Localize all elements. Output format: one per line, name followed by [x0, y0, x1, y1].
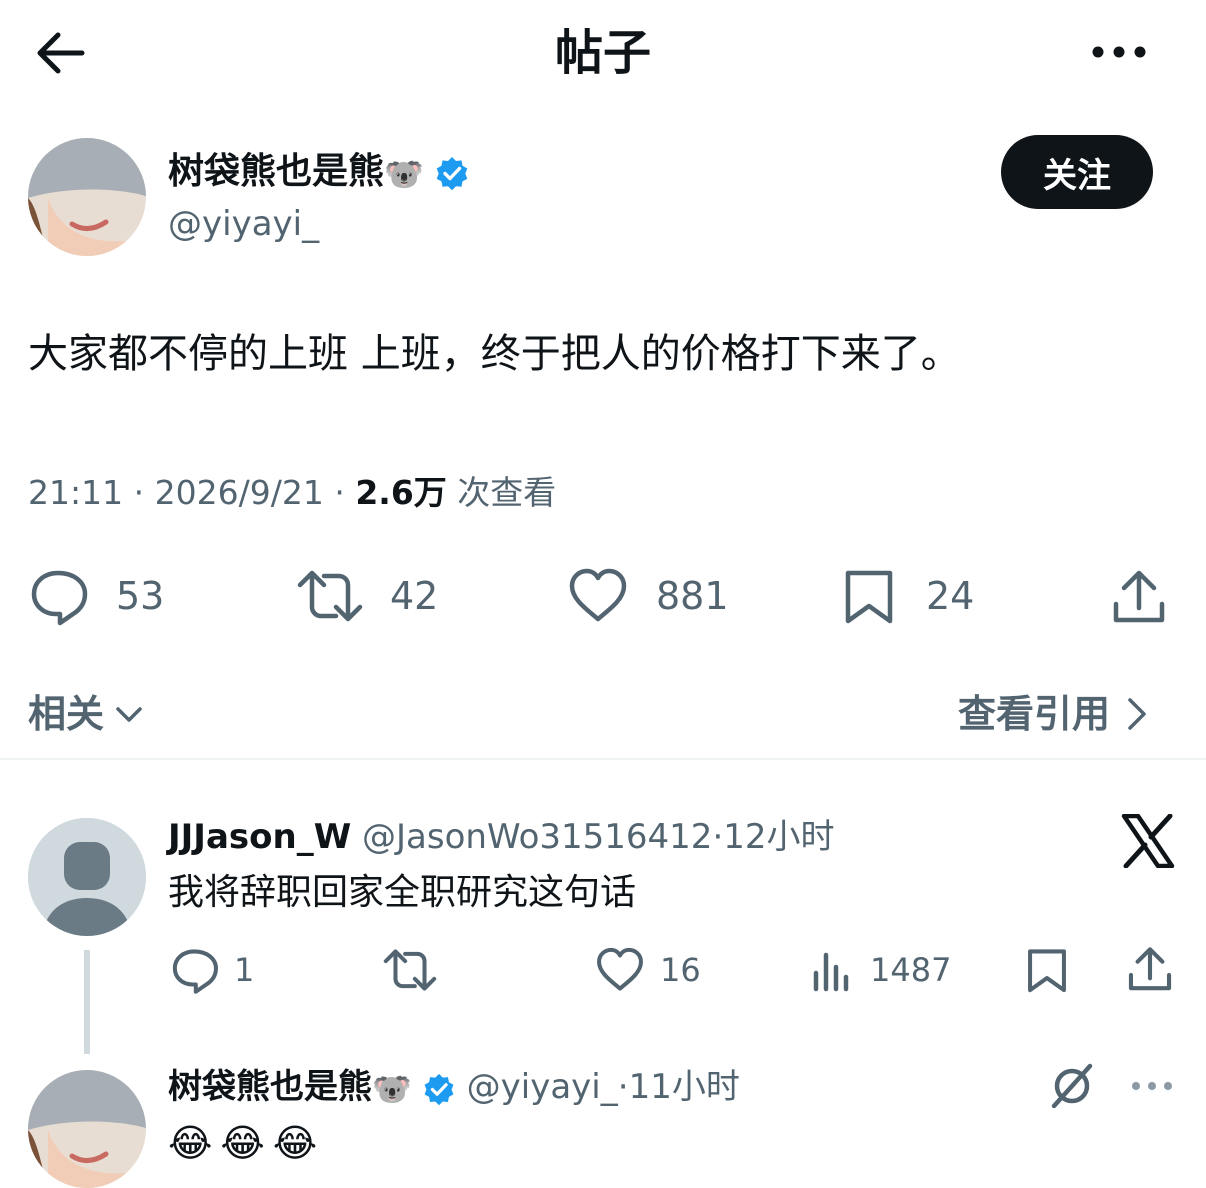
reply-count: 53	[116, 574, 165, 618]
reply-like-button[interactable]: 16	[594, 942, 701, 998]
author-name[interactable]: 树袋熊也是熊🐨	[168, 146, 470, 200]
repost-button[interactable]: 42	[296, 564, 438, 628]
post-time[interactable]: 21:11	[28, 473, 123, 512]
view-quotes-link[interactable]: 查看引用	[958, 688, 1150, 740]
more-horizontal-icon	[1092, 46, 1146, 58]
reply-views-button[interactable]: 1487	[810, 942, 951, 998]
meta-separator: ·	[133, 473, 145, 512]
follow-button[interactable]: 关注	[1001, 135, 1153, 209]
verified-badge-icon	[434, 155, 470, 191]
post-date[interactable]: 2026/9/21	[155, 473, 324, 512]
meta-separator: ·	[617, 1067, 629, 1107]
view-quotes-label: 查看引用	[958, 692, 1111, 736]
reply-bookmark-button[interactable]	[1022, 942, 1072, 998]
share-button[interactable]	[1110, 566, 1168, 630]
repost-icon	[383, 949, 437, 991]
more-horizontal-icon[interactable]	[1128, 1076, 1176, 1096]
reply-author-handle[interactable]: @JasonWo31516412	[362, 817, 712, 857]
like-button[interactable]: 881	[566, 564, 729, 628]
chevron-down-icon	[116, 707, 142, 722]
koala-emoji: 🐨	[384, 155, 424, 193]
default-avatar-icon	[28, 818, 146, 936]
analytics-icon	[813, 952, 849, 992]
grok-icon[interactable]	[1048, 1062, 1096, 1110]
reply-avatar[interactable]	[28, 818, 146, 936]
bookmark-count: 24	[926, 574, 975, 618]
related-label: 相关	[28, 692, 105, 736]
share-icon	[1128, 947, 1172, 991]
reply-avatar[interactable]	[28, 1070, 146, 1188]
views-count: 2.6万	[355, 473, 447, 512]
author-name-text: 树袋熊也是熊	[168, 151, 385, 192]
koala-emoji: 🐨	[372, 1070, 412, 1108]
reply-author-name[interactable]: 树袋熊也是熊	[168, 1067, 372, 1107]
heart-icon	[597, 947, 643, 991]
verified-badge-icon	[422, 1072, 456, 1106]
x-logo-icon	[1120, 814, 1176, 868]
reply-icon	[172, 949, 218, 994]
post-meta: 21:11 · 2026/9/21 · 2.6万 次查看	[28, 470, 556, 516]
post-text: 大家都不停的上班 上班，终于把人的价格打下来了。	[28, 331, 961, 377]
author-handle[interactable]: @yiyayi_	[168, 200, 319, 248]
reply-share-button[interactable]	[1126, 942, 1174, 998]
reply-time[interactable]: 11小时	[629, 1067, 740, 1107]
meta-separator: ·	[712, 817, 724, 857]
like-count: 881	[656, 574, 729, 618]
reply-text: 我将辞职回家全职研究这句话	[168, 872, 637, 913]
chevron-right-icon	[1128, 698, 1146, 730]
reply-button[interactable]: 53	[28, 564, 164, 628]
reply-reply-button[interactable]: 1	[170, 942, 254, 998]
reply-views-count: 1487	[870, 951, 952, 989]
meta-separator: ·	[334, 473, 345, 512]
page-title: 帖子	[554, 25, 651, 81]
thread-line	[84, 950, 90, 1054]
reply-time[interactable]: 12小时	[723, 817, 834, 857]
share-icon	[1113, 570, 1165, 623]
related-dropdown[interactable]: 相关	[28, 688, 146, 740]
reply-reply-count: 1	[234, 951, 255, 989]
divider	[0, 758, 1206, 760]
views-label: 次查看	[457, 473, 557, 512]
reply-author-handle[interactable]: @yiyayi_	[467, 1067, 618, 1107]
bookmark-icon	[845, 570, 893, 624]
repost-count: 42	[390, 574, 439, 618]
more-button[interactable]	[1086, 34, 1152, 70]
reply-icon	[31, 570, 88, 626]
reply-repost-button[interactable]	[382, 942, 438, 998]
reply-author-name[interactable]: JJJason_W	[168, 817, 351, 857]
bookmark-button[interactable]: 24	[838, 564, 974, 628]
reply-text: 😂😂😂	[168, 1121, 326, 1165]
author-avatar[interactable]	[28, 138, 146, 256]
reply-like-count: 16	[660, 951, 701, 989]
heart-icon	[569, 568, 627, 622]
reply-header: JJJason_W @JasonWo31516412·12小时	[168, 812, 835, 862]
reply-header: 树袋熊也是熊🐨 @yiyayi_·11小时	[168, 1062, 740, 1114]
bookmark-icon	[1028, 949, 1066, 993]
repost-icon	[297, 570, 363, 622]
